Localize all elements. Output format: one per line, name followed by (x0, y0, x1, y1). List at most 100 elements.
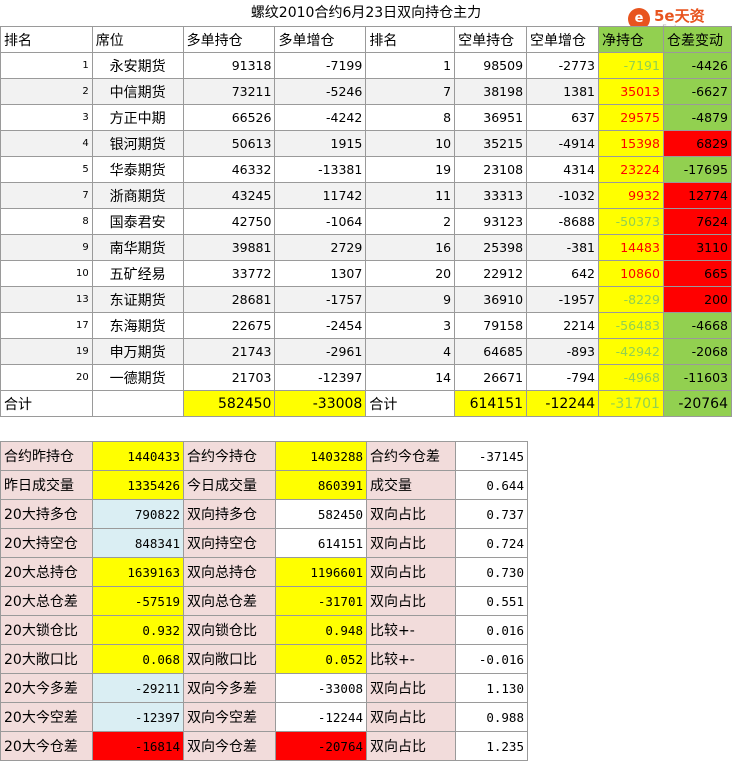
net-position-cell[interactable]: 15398 (598, 130, 664, 157)
dual-value[interactable]: 582450 (275, 499, 367, 529)
net-position-cell[interactable]: -56483 (598, 312, 664, 339)
short-position-cell[interactable]: 64685 (454, 338, 528, 365)
long-position-cell[interactable]: 21743 (182, 338, 276, 365)
dual-value[interactable]: 860391 (275, 470, 367, 500)
short-change-cell[interactable]: -2773 (526, 52, 599, 79)
short-rank-cell[interactable]: 2 (365, 208, 456, 235)
long-rank-cell[interactable]: 9 (0, 234, 93, 261)
short-rank-cell[interactable]: 10 (365, 130, 456, 157)
long-position-cell[interactable]: 42750 (182, 208, 276, 235)
long-position-cell[interactable]: 50613 (182, 130, 276, 157)
net-position-cell[interactable]: -50373 (598, 208, 664, 235)
seat-name-cell[interactable]: 五矿经易 (91, 260, 184, 287)
short-position-cell[interactable]: 33313 (454, 182, 528, 209)
long-position-cell[interactable]: 43245 (182, 182, 276, 209)
dual-value[interactable]: -20764 (275, 731, 367, 761)
ratio-value[interactable]: 0.724 (455, 528, 528, 558)
ratio-value[interactable]: 1.235 (455, 731, 528, 761)
net-position-cell[interactable]: 23224 (598, 156, 664, 183)
short-rank-cell[interactable]: 3 (365, 312, 456, 339)
summary-value[interactable]: 1440433 (92, 441, 184, 471)
summary-value[interactable]: 0.932 (92, 615, 184, 645)
short-change-cell[interactable]: -893 (526, 338, 599, 365)
summary-value[interactable]: -57519 (92, 586, 184, 616)
net-position-cell[interactable]: -7191 (598, 52, 664, 79)
short-change-cell[interactable]: -4914 (526, 130, 599, 157)
seat-name-cell[interactable]: 国泰君安 (91, 208, 184, 235)
position-diff-cell[interactable]: -11603 (662, 364, 732, 391)
long-position-cell[interactable]: 33772 (182, 260, 276, 287)
short-rank-cell[interactable]: 19 (365, 156, 456, 183)
ratio-value[interactable]: 0.644 (455, 470, 528, 500)
seat-name-cell[interactable]: 方正中期 (91, 104, 184, 131)
seat-name-cell[interactable]: 东海期货 (91, 312, 184, 339)
long-change-cell[interactable]: 11742 (274, 182, 367, 209)
short-rank-cell[interactable]: 11 (365, 182, 456, 209)
long-change-cell[interactable]: -7199 (274, 52, 367, 79)
short-change-cell[interactable]: -8688 (526, 208, 599, 235)
net-position-cell[interactable]: 9932 (598, 182, 664, 209)
total-long-change-cell[interactable]: -33008 (274, 390, 367, 417)
position-diff-cell[interactable]: -2068 (662, 338, 732, 365)
long-position-cell[interactable]: 73211 (182, 78, 276, 105)
dual-value[interactable]: 1196601 (275, 557, 367, 587)
dual-value[interactable]: -12244 (275, 702, 367, 732)
long-position-cell[interactable]: 39881 (182, 234, 276, 261)
ratio-value[interactable]: 1.130 (455, 673, 528, 703)
net-position-cell[interactable]: -4968 (598, 364, 664, 391)
long-position-cell[interactable]: 22675 (182, 312, 276, 339)
seat-name-cell[interactable]: 华泰期货 (91, 156, 184, 183)
net-position-cell[interactable]: 29575 (598, 104, 664, 131)
position-diff-cell[interactable]: -17695 (662, 156, 732, 183)
short-change-cell[interactable]: 4314 (526, 156, 599, 183)
long-position-cell[interactable]: 21703 (182, 364, 276, 391)
short-position-cell[interactable]: 36910 (454, 286, 528, 313)
seat-name-cell[interactable]: 中信期货 (91, 78, 184, 105)
short-position-cell[interactable]: 38198 (454, 78, 528, 105)
ratio-value[interactable]: -0.016 (455, 644, 528, 674)
total-short-change-cell[interactable]: -12244 (526, 390, 599, 417)
position-diff-cell[interactable]: 200 (662, 286, 732, 313)
short-position-cell[interactable]: 22912 (454, 260, 528, 287)
dual-value[interactable]: 614151 (275, 528, 367, 558)
dual-value[interactable]: 1403288 (275, 441, 367, 471)
ratio-value[interactable]: 0.730 (455, 557, 528, 587)
total-net-cell[interactable]: -31701 (598, 390, 664, 417)
position-diff-cell[interactable]: 6829 (662, 130, 732, 157)
long-rank-cell[interactable]: 7 (0, 182, 93, 209)
short-rank-cell[interactable]: 14 (365, 364, 456, 391)
dual-value[interactable]: 0.052 (275, 644, 367, 674)
long-rank-cell[interactable]: 8 (0, 208, 93, 235)
long-rank-cell[interactable]: 19 (0, 338, 93, 365)
long-rank-cell[interactable]: 13 (0, 286, 93, 313)
long-rank-cell[interactable]: 2 (0, 78, 93, 105)
long-rank-cell[interactable]: 3 (0, 104, 93, 131)
long-change-cell[interactable]: -2961 (274, 338, 367, 365)
long-position-cell[interactable]: 46332 (182, 156, 276, 183)
summary-value[interactable]: 0.068 (92, 644, 184, 674)
short-rank-cell[interactable]: 16 (365, 234, 456, 261)
seat-name-cell[interactable]: 东证期货 (91, 286, 184, 313)
short-position-cell[interactable]: 35215 (454, 130, 528, 157)
ratio-value[interactable]: 0.737 (455, 499, 528, 529)
long-change-cell[interactable]: 1307 (274, 260, 367, 287)
short-position-cell[interactable]: 93123 (454, 208, 528, 235)
short-rank-cell[interactable]: 8 (365, 104, 456, 131)
long-position-cell[interactable]: 66526 (182, 104, 276, 131)
long-rank-cell[interactable]: 1 (0, 52, 93, 79)
short-change-cell[interactable]: -794 (526, 364, 599, 391)
net-position-cell[interactable]: 35013 (598, 78, 664, 105)
long-position-cell[interactable]: 28681 (182, 286, 276, 313)
short-change-cell[interactable]: -1957 (526, 286, 599, 313)
summary-value[interactable]: 1639163 (92, 557, 184, 587)
ratio-value[interactable]: 0.016 (455, 615, 528, 645)
long-rank-cell[interactable]: 20 (0, 364, 93, 391)
position-diff-cell[interactable]: -4426 (662, 52, 732, 79)
short-rank-cell[interactable]: 1 (365, 52, 456, 79)
seat-name-cell[interactable]: 银河期货 (91, 130, 184, 157)
summary-value[interactable]: 1335426 (92, 470, 184, 500)
seat-name-cell[interactable]: 一德期货 (91, 364, 184, 391)
long-change-cell[interactable]: -12397 (274, 364, 367, 391)
net-position-cell[interactable]: 10860 (598, 260, 664, 287)
long-change-cell[interactable]: -13381 (274, 156, 367, 183)
